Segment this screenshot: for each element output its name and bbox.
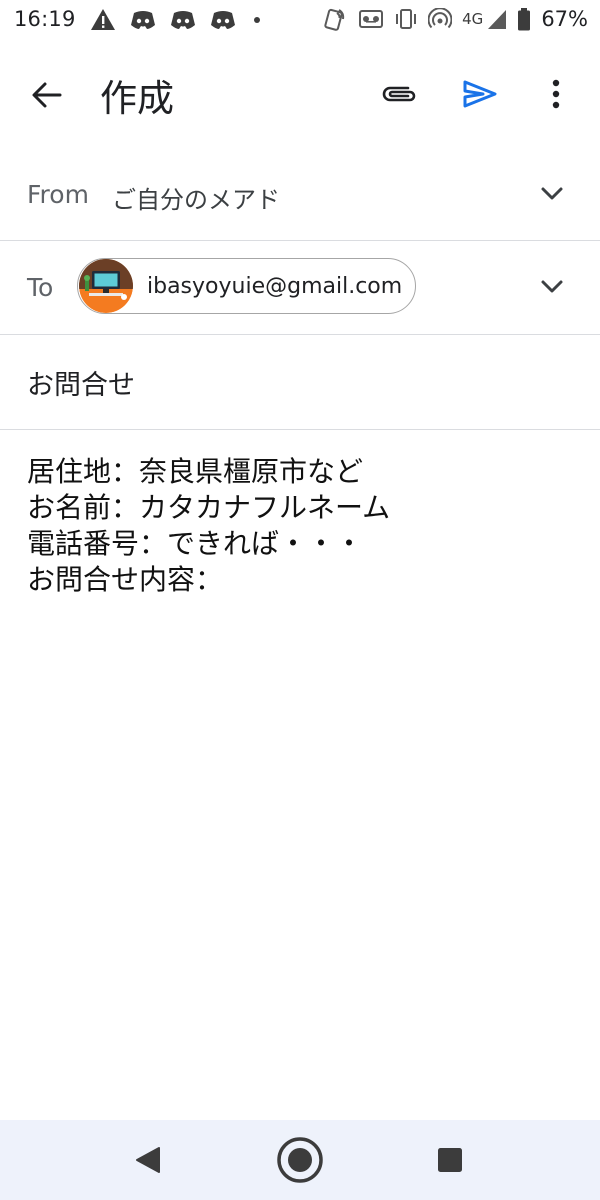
body-line: お問合せ内容： <box>27 563 224 596</box>
back-button[interactable] <box>20 72 74 118</box>
nav-home-button[interactable] <box>276 1136 324 1184</box>
app-bar: 作成 <box>0 44 600 144</box>
back-arrow-icon <box>32 82 62 108</box>
nav-back-button[interactable] <box>126 1138 170 1182</box>
status-bar: 16:19 4G 67% <box>0 0 600 42</box>
page-title: 作成 <box>100 77 174 120</box>
discord-icon <box>130 9 156 31</box>
attach-button[interactable] <box>372 70 428 118</box>
body-line: 電話番号：できれば・・・ <box>27 527 364 560</box>
body-input[interactable]: 居住地：奈良県橿原市など お名前：カタカナフルネーム 電話番号：できれば・・・ … <box>0 430 600 1120</box>
send-icon <box>463 80 497 108</box>
hotspot-icon <box>428 8 453 30</box>
battery-icon <box>517 7 531 31</box>
compose-screen: 16:19 4G 67% 作成 From ご自分のメアド To ibasyoyu… <box>0 0 600 1200</box>
chevron-down-icon <box>541 280 563 293</box>
system-nav-bar <box>0 1120 600 1200</box>
warning-icon <box>90 8 116 32</box>
dot-icon <box>254 17 260 23</box>
send-button[interactable] <box>452 70 508 118</box>
more-options-button[interactable] <box>530 70 582 118</box>
discord-icon <box>170 9 196 31</box>
recipient-chip[interactable]: ibasyoyuie@gmail.com <box>77 258 416 314</box>
from-row: From ご自分のメアド <box>0 148 600 241</box>
discord-icon <box>210 9 236 31</box>
chevron-down-icon <box>541 187 563 200</box>
nav-recents-icon <box>438 1148 462 1172</box>
nfc-icon <box>324 7 348 31</box>
status-notification-icons <box>90 8 260 32</box>
signal-icon <box>487 8 507 30</box>
from-label: From <box>27 180 89 209</box>
subject-input[interactable]: お問合せ <box>27 363 135 402</box>
more-vert-icon <box>552 79 560 109</box>
to-row: To ibasyoyuie@gmail.com <box>0 241 600 335</box>
network-type: 4G <box>462 10 484 28</box>
to-expand-button[interactable] <box>528 263 576 311</box>
voicemail-icon <box>358 8 384 30</box>
subject-row: お問合せ <box>0 335 600 430</box>
avatar <box>79 259 133 313</box>
status-time: 16:19 <box>14 7 76 31</box>
nav-recents-button[interactable] <box>428 1138 472 1182</box>
from-expand-button[interactable] <box>528 170 576 218</box>
to-label: To <box>27 273 54 302</box>
battery-percent: 67% <box>541 7 588 31</box>
vibrate-icon <box>394 8 418 30</box>
body-line: お名前：カタカナフルネーム <box>27 491 391 524</box>
status-system-icons: 4G 67% <box>324 7 588 31</box>
attach-icon <box>382 86 416 102</box>
nav-back-icon <box>136 1147 160 1173</box>
body-line: 居住地：奈良県橿原市など <box>27 455 364 488</box>
nav-home-icon <box>277 1137 323 1183</box>
recipient-email: ibasyoyuie@gmail.com <box>147 273 403 299</box>
from-value[interactable]: ご自分のメアド <box>112 180 280 215</box>
